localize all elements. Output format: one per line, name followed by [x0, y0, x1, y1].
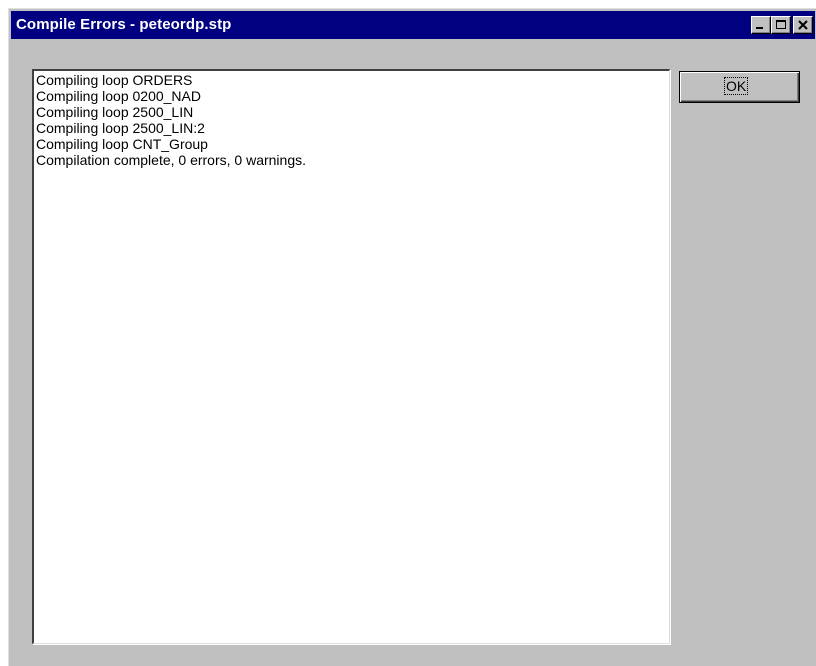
compile-output-box[interactable]: Compiling loop ORDERS Compiling loop 020…	[32, 69, 670, 644]
output-line: Compilation complete, 0 errors, 0 warnin…	[36, 152, 307, 168]
minimize-button[interactable]	[751, 16, 771, 34]
maximize-button[interactable]	[771, 16, 791, 34]
output-line: Compiling loop 2500_LIN:2	[36, 120, 205, 136]
title-bar[interactable]: Compile Errors - peteordp.stp	[11, 11, 815, 39]
output-line: Compiling loop 0200_NAD	[36, 88, 201, 104]
close-icon	[798, 20, 808, 30]
window-title: Compile Errors - peteordp.stp	[16, 16, 232, 33]
close-button[interactable]	[793, 16, 813, 34]
output-line: Compiling loop ORDERS	[36, 72, 193, 88]
minimize-icon	[756, 27, 763, 29]
output-line: Compiling loop CNT_Group	[36, 136, 208, 152]
output-line: Compiling loop 2500_LIN	[36, 104, 194, 120]
compile-output-list: Compiling loop ORDERS Compiling loop 020…	[34, 71, 669, 168]
ok-button-label: OK	[723, 77, 749, 95]
maximize-icon	[776, 20, 786, 29]
compile-errors-window: Compile Errors - peteordp.stp Compiling …	[8, 8, 816, 666]
ok-button[interactable]: OK	[679, 71, 800, 103]
